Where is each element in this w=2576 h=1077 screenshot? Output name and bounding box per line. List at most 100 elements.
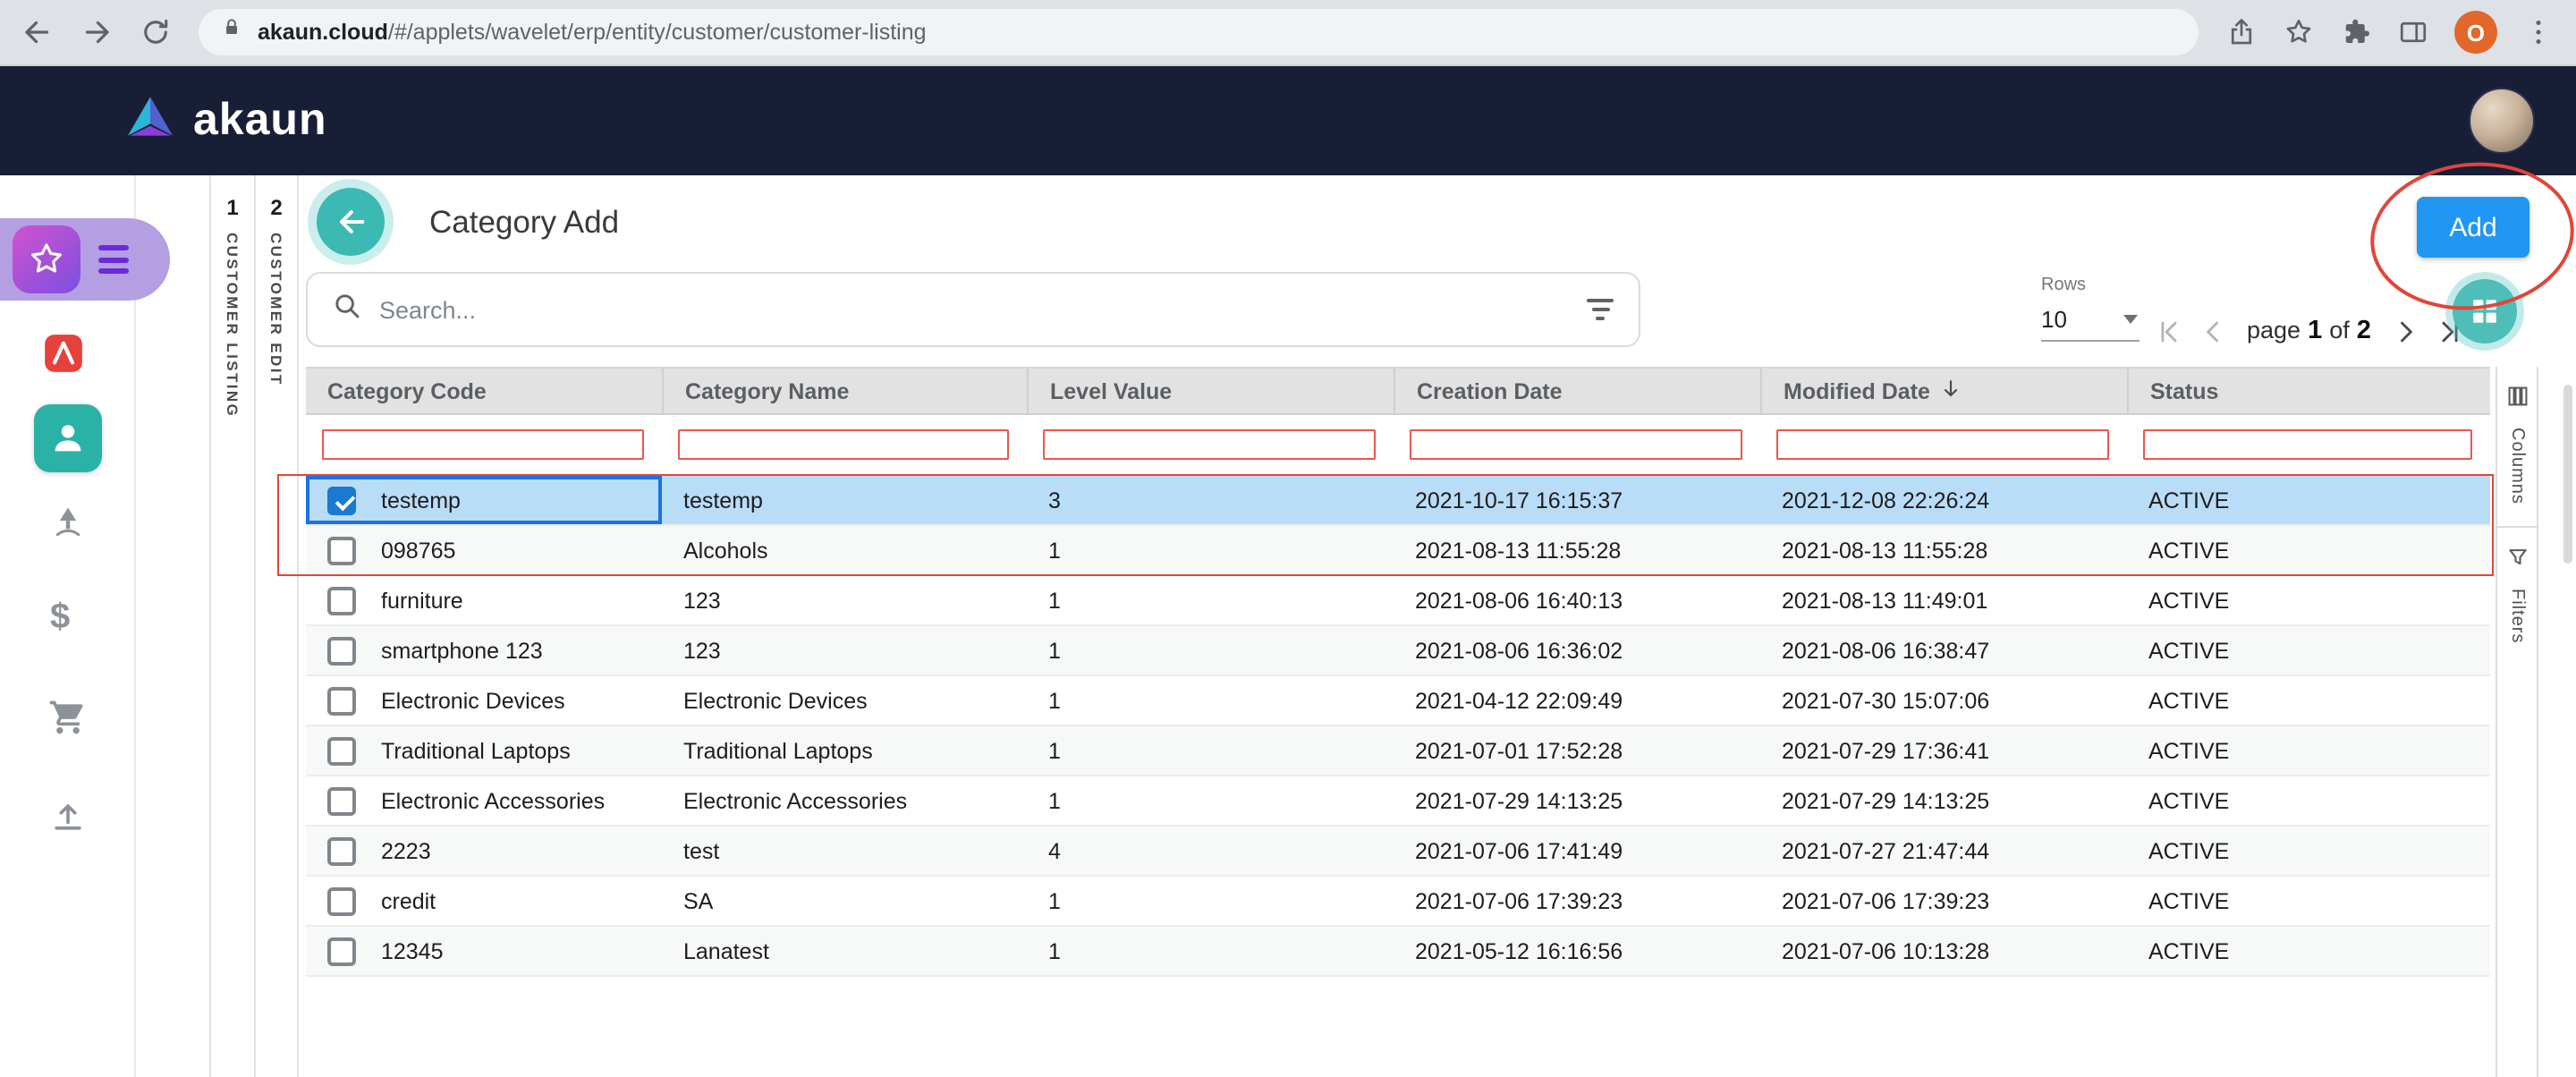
cell-creation-date: 2021-04-12 22:09:49 <box>1394 676 1760 725</box>
table-row[interactable]: Traditional LaptopsTraditional Laptops12… <box>306 726 2490 776</box>
cell-category-code: 12345 <box>306 927 662 975</box>
cell-level-value: 1 <box>1027 626 1394 674</box>
row-checkbox[interactable] <box>327 536 356 564</box>
cell-creation-date: 2021-07-06 17:39:23 <box>1394 877 1760 925</box>
page-word: page <box>2247 317 2301 343</box>
applet-switcher[interactable] <box>0 218 170 301</box>
search-input[interactable] <box>379 296 1569 323</box>
filter-input-category-name[interactable] <box>678 429 1009 460</box>
category-table: Category Code Category Name Level Value … <box>306 367 2490 977</box>
scrollbar-thumb[interactable] <box>2563 385 2572 564</box>
rows-per-page-select[interactable]: Rows 10 <box>2041 276 2140 342</box>
column-header-level-value[interactable]: Level Value <box>1027 369 1394 413</box>
columns-label: Columns <box>2507 428 2527 505</box>
columns-panel-tab[interactable]: Columns <box>2497 367 2537 526</box>
category-code-text: testemp <box>381 488 461 513</box>
row-checkbox[interactable] <box>327 636 356 665</box>
filter-input-category-code[interactable] <box>322 429 644 460</box>
paginator: page 1 of 2 <box>2152 308 2466 354</box>
columns-icon <box>2507 383 2527 415</box>
prev-page-icon[interactable] <box>2197 315 2229 347</box>
browser-back-icon[interactable] <box>21 16 54 48</box>
filter-list-icon[interactable] <box>1587 299 1614 320</box>
row-checkbox[interactable] <box>327 736 356 765</box>
cell-modified-date: 2021-08-06 16:38:47 <box>1760 626 2127 674</box>
tab-customer-listing[interactable]: 1 CUSTOMER LISTING <box>209 175 254 1077</box>
table-row[interactable]: creditSA12021-07-06 17:39:232021-07-06 1… <box>306 877 2490 927</box>
red-app-icon[interactable] <box>41 331 86 376</box>
tab-customer-edit[interactable]: 2 CUSTOMER EDIT <box>254 175 299 1077</box>
cell-creation-date: 2021-10-17 16:15:37 <box>1394 476 1760 524</box>
right-rail: Columns Filters <box>2496 367 2538 1077</box>
row-checkbox[interactable] <box>327 937 356 965</box>
table-header: Category Code Category Name Level Value … <box>306 367 2490 415</box>
dollar-icon[interactable]: $ <box>50 598 70 637</box>
table-row[interactable]: smartphone 12312312021-08-06 16:36:02202… <box>306 626 2490 676</box>
upload-icon[interactable] <box>48 796 88 835</box>
cell-modified-date: 2021-07-27 21:47:44 <box>1760 827 2127 875</box>
browser-reload-icon[interactable] <box>140 16 172 48</box>
column-header-category-code[interactable]: Category Code <box>306 369 662 413</box>
cell-category-code: smartphone 123 <box>306 626 662 674</box>
cell-modified-date: 2021-07-06 10:13:28 <box>1760 927 2127 975</box>
first-page-icon[interactable] <box>2152 315 2184 347</box>
cart-icon[interactable] <box>48 698 88 737</box>
column-header-modified-date[interactable]: Modified Date <box>1760 369 2127 413</box>
filters-panel-tab[interactable]: Filters <box>2497 526 2537 665</box>
browser-forward-icon[interactable] <box>80 16 113 48</box>
row-checkbox[interactable] <box>327 886 356 915</box>
cell-status: ACTIVE <box>2127 676 2490 725</box>
cell-category-code: Electronic Devices <box>306 676 662 725</box>
akaun-logo-icon <box>123 93 177 148</box>
row-checkbox[interactable] <box>327 836 356 865</box>
next-page-icon[interactable] <box>2389 315 2421 347</box>
url-text: akaun.cloud/#/applets/wavelet/erp/entity… <box>258 20 927 45</box>
user-avatar[interactable] <box>2469 88 2535 154</box>
table-row[interactable]: Electronic AccessoriesElectronic Accesso… <box>306 776 2490 827</box>
cell-status: ACTIVE <box>2127 626 2490 674</box>
landmark-icon[interactable] <box>48 503 88 542</box>
cell-modified-date: 2021-07-06 17:39:23 <box>1760 877 2127 925</box>
category-code-text: 098765 <box>381 538 455 563</box>
of-word: of <box>2329 317 2350 343</box>
column-header-creation-date[interactable]: Creation Date <box>1394 369 1760 413</box>
add-button[interactable]: Add <box>2417 197 2529 258</box>
extensions-icon[interactable] <box>2340 16 2372 48</box>
filter-input-modified-date[interactable] <box>1776 429 2109 460</box>
customer-module-icon[interactable] <box>34 404 102 472</box>
grid-view-button[interactable] <box>2453 279 2517 343</box>
browser-menu-icon[interactable] <box>2522 16 2555 48</box>
row-checkbox[interactable] <box>327 786 356 815</box>
table-row[interactable]: 12345Lanatest12021-05-12 16:16:562021-07… <box>306 927 2490 977</box>
table-row[interactable]: 2223test42021-07-06 17:41:492021-07-27 2… <box>306 827 2490 877</box>
cell-category-code: 2223 <box>306 827 662 875</box>
table-row[interactable]: testemptestemp32021-10-17 16:15:372021-1… <box>306 476 2490 526</box>
search-icon <box>333 291 361 328</box>
filter-input-status[interactable] <box>2143 429 2472 460</box>
table-row[interactable]: Electronic DevicesElectronic Devices1202… <box>306 676 2490 726</box>
applet-star-icon[interactable] <box>13 225 80 293</box>
browser-profile-avatar[interactable]: O <box>2454 11 2497 54</box>
address-bar[interactable]: akaun.cloud/#/applets/wavelet/erp/entity… <box>199 9 2199 55</box>
filter-input-level-value[interactable] <box>1043 429 1376 460</box>
browser-toolbar: akaun.cloud/#/applets/wavelet/erp/entity… <box>0 0 2576 66</box>
row-checkbox[interactable] <box>327 686 356 715</box>
filter-input-creation-date[interactable] <box>1410 429 1742 460</box>
table-row[interactable]: furniture12312021-08-06 16:40:132021-08-… <box>306 576 2490 626</box>
column-header-status[interactable]: Status <box>2127 369 2490 413</box>
side-panel-icon[interactable] <box>2397 16 2429 48</box>
back-button[interactable] <box>317 188 385 256</box>
row-checkbox[interactable] <box>327 586 356 615</box>
column-header-category-name[interactable]: Category Name <box>662 369 1027 413</box>
total-pages: 2 <box>2357 317 2371 345</box>
rows-label: Rows <box>2041 276 2140 295</box>
category-code-text: Electronic Accessories <box>381 788 605 813</box>
table-row[interactable]: 098765Alcohols12021-08-13 11:55:282021-0… <box>306 526 2490 576</box>
row-checkbox[interactable] <box>327 486 356 514</box>
bookmark-star-icon[interactable] <box>2283 16 2315 48</box>
tab-label: CUSTOMER EDIT <box>267 233 285 386</box>
share-icon[interactable] <box>2225 16 2258 48</box>
tab-number: 2 <box>270 195 282 220</box>
menu-icon[interactable] <box>98 245 129 274</box>
page-title: Category Add <box>429 204 619 242</box>
